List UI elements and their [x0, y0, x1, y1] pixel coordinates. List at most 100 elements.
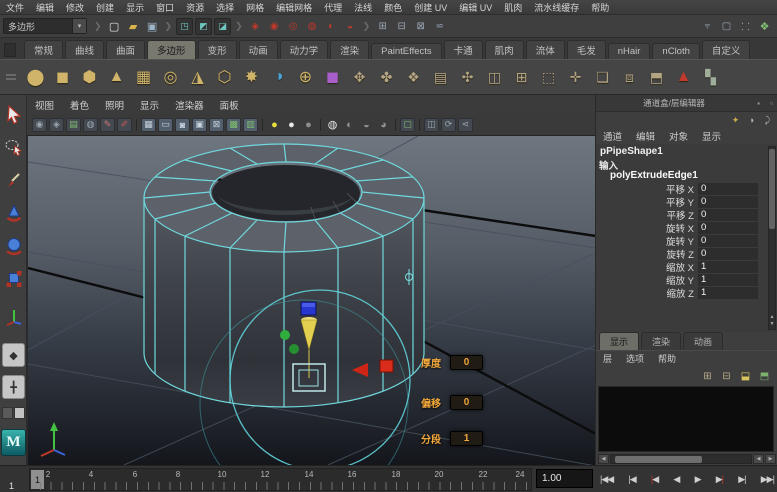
- object-name[interactable]: pPipeShape1: [596, 145, 777, 158]
- select-object-icon[interactable]: ◩: [195, 18, 212, 35]
- menu-pipeline-cache[interactable]: 流水线缓存: [528, 1, 585, 14]
- motion-blur-icon[interactable]: ◕: [376, 118, 391, 132]
- layers-menu[interactable]: 层: [596, 352, 619, 365]
- channel-box-scrollbar[interactable]: ▲▼: [768, 146, 776, 330]
- attribute-value-field[interactable]: 0: [698, 248, 758, 260]
- play-forwards-button[interactable]: ▶: [694, 472, 702, 487]
- help-menu[interactable]: 帮助: [651, 352, 683, 365]
- select-hierarchy-icon[interactable]: ◳: [176, 18, 193, 35]
- isolate-select-icon[interactable]: ▢: [400, 118, 415, 132]
- select-component-icon[interactable]: ◪: [214, 18, 231, 35]
- show-menu[interactable]: 显示: [695, 129, 728, 143]
- edit-menu[interactable]: 编辑: [629, 129, 662, 143]
- poly-cube-icon[interactable]: ◼: [49, 63, 76, 91]
- tab-curves[interactable]: 曲线: [65, 40, 104, 59]
- menu-modify[interactable]: 修改: [60, 1, 90, 14]
- poly-cylinder-icon[interactable]: ⬢: [76, 63, 103, 91]
- hud-thickness-value[interactable]: 0: [450, 355, 483, 370]
- snap-curve-icon[interactable]: ◉: [266, 18, 283, 35]
- smooth-mesh-icon[interactable]: ◼: [319, 63, 346, 91]
- channel-speed-icon[interactable]: ◑: [745, 114, 758, 126]
- menu-normals[interactable]: 法线: [348, 1, 378, 14]
- attribute-value-field[interactable]: 0: [698, 209, 758, 221]
- menu-help[interactable]: 帮助: [585, 1, 615, 14]
- menu-file[interactable]: 文件: [0, 1, 30, 14]
- rotate-tool-icon[interactable]: [2, 233, 25, 259]
- poly-cone-icon[interactable]: ▲: [103, 63, 130, 91]
- bookmark-icon[interactable]: ◍: [83, 118, 98, 132]
- channel-hyperbolic-icon[interactable]: ⤸: [761, 114, 774, 126]
- safe-title-icon[interactable]: ▥: [243, 118, 258, 132]
- paint-select-tool-icon[interactable]: [2, 167, 25, 193]
- exposure-icon[interactable]: ⋖: [458, 118, 473, 132]
- attribute-value-field[interactable]: 1: [698, 287, 758, 299]
- panel-menu-shading[interactable]: 着色: [62, 98, 97, 112]
- snap-grid-icon[interactable]: ◈: [247, 18, 264, 35]
- 2d-pan-zoom-icon[interactable]: ✐: [117, 118, 132, 132]
- menu-select[interactable]: 选择: [210, 1, 240, 14]
- options-menu[interactable]: 选项: [619, 352, 651, 365]
- render-settings-icon[interactable]: ❖: [756, 18, 773, 35]
- tab-polygons[interactable]: 多边形: [147, 40, 196, 59]
- panel-menu-lighting[interactable]: 照明: [97, 98, 132, 112]
- select-camera-icon[interactable]: ◉: [32, 118, 47, 132]
- resolution-gate-icon[interactable]: ◙: [175, 118, 190, 132]
- move-layer-up-icon[interactable]: ⊞: [700, 369, 715, 383]
- screen-space-ao-icon[interactable]: ◒: [359, 118, 374, 132]
- xray-joints-icon[interactable]: ⟳: [441, 118, 456, 132]
- camera-attributes-icon[interactable]: ▤: [66, 118, 81, 132]
- sculpt-tool-icon[interactable]: ▲: [670, 63, 697, 91]
- duplicate-face-icon[interactable]: ❏: [589, 63, 616, 91]
- menu-display[interactable]: 显示: [120, 1, 150, 14]
- panel-menu-view[interactable]: 视图: [27, 98, 62, 112]
- tab-display-layers[interactable]: 显示: [599, 332, 639, 350]
- menu-edit-uv[interactable]: 编辑 UV: [453, 1, 498, 14]
- combine-icon[interactable]: ◑: [265, 63, 292, 91]
- tab-custom[interactable]: 自定义: [702, 40, 751, 59]
- step-back-key-button[interactable]: |◀: [650, 472, 659, 487]
- field-chart-icon[interactable]: ⊠: [209, 118, 224, 132]
- last-tool-icon[interactable]: [2, 303, 25, 329]
- hud-divisions-value[interactable]: 1: [450, 431, 483, 446]
- move-layer-down-icon[interactable]: ⊟: [719, 369, 734, 383]
- shaded-mode-icon[interactable]: ●: [284, 118, 299, 132]
- go-to-start-button[interactable]: |◀◀: [599, 472, 614, 487]
- render-current-frame-icon[interactable]: ▢: [718, 18, 735, 35]
- tab-fur[interactable]: 毛发: [567, 40, 606, 59]
- wireframe-mode-icon[interactable]: ●: [267, 118, 282, 132]
- panel-menu-show[interactable]: 显示: [132, 98, 167, 112]
- hud-offset-value[interactable]: 0: [450, 395, 483, 410]
- bridge-icon[interactable]: ❖: [400, 63, 427, 91]
- tab-render-layers[interactable]: 渲染: [641, 332, 681, 350]
- mirror-geometry-icon[interactable]: ⧈: [616, 63, 643, 91]
- snap-view-plane-icon[interactable]: ◍: [304, 18, 321, 35]
- input-connections-icon[interactable]: ⊞: [374, 18, 391, 35]
- snap-point-icon[interactable]: ◎: [285, 18, 302, 35]
- current-time-field[interactable]: 1.00: [536, 469, 593, 488]
- step-forward-key-button[interactable]: ▶|: [715, 472, 724, 487]
- poly-pyramid-icon[interactable]: ◮: [184, 63, 211, 91]
- snap-surface-icon[interactable]: ◐: [323, 18, 340, 35]
- menu-edit-mesh[interactable]: 编辑网格: [270, 1, 318, 14]
- channel-color-icon[interactable]: ✦: [729, 114, 742, 126]
- attribute-value-field[interactable]: 1: [698, 274, 758, 286]
- menu-mesh[interactable]: 网格: [240, 1, 270, 14]
- poly-pipe-icon[interactable]: ⬡: [211, 63, 238, 91]
- output-connections-icon[interactable]: ⊟: [393, 18, 410, 35]
- scale-tool-icon[interactable]: [2, 266, 25, 292]
- shelf-tab-menu-icon[interactable]: [4, 43, 16, 57]
- image-plane-icon[interactable]: ✎: [100, 118, 115, 132]
- move-tool-icon[interactable]: [2, 200, 25, 226]
- attribute-value-field[interactable]: 0: [698, 222, 758, 234]
- channels-menu[interactable]: 通道: [596, 129, 629, 143]
- all-lights-icon[interactable]: ◍: [325, 118, 340, 132]
- scroll-right-button[interactable]: ▶: [765, 454, 776, 464]
- scrollbar-thumb[interactable]: [769, 149, 775, 229]
- poly-torus-icon[interactable]: ◎: [157, 63, 184, 91]
- tab-dynamics[interactable]: 动力学: [280, 40, 329, 59]
- new-empty-layer-icon[interactable]: ⬓: [738, 369, 753, 383]
- hscroll-track[interactable]: [610, 454, 752, 464]
- layer-list[interactable]: [598, 386, 774, 452]
- tab-deformation[interactable]: 变形: [198, 40, 237, 59]
- poly-sphere-icon[interactable]: ⬤: [22, 63, 49, 91]
